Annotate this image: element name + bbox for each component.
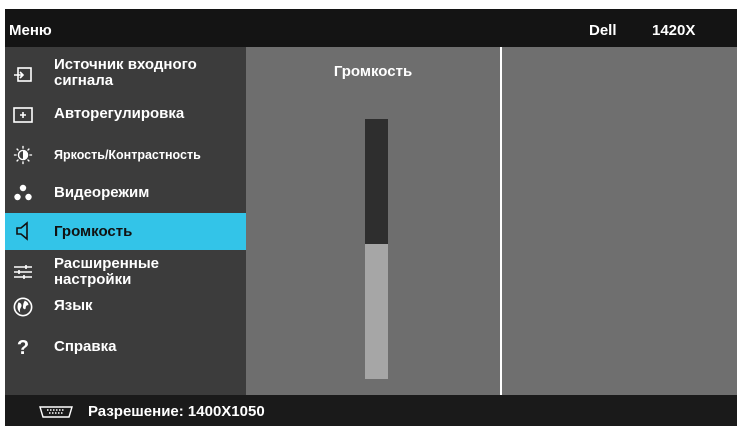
sidebar-item-label: Расширенные настройки xyxy=(54,255,159,288)
brand-label: Dell xyxy=(589,22,617,39)
sidebar-item-label: Справка xyxy=(54,338,117,355)
sidebar-item-brightness-contrast[interactable]: Яркость/Контрастность xyxy=(5,139,246,169)
sidebar-item-volume[interactable]: Громкость xyxy=(5,213,246,250)
vga-connector-icon xyxy=(38,405,74,424)
header-bar: Меню Dell 1420X xyxy=(5,9,737,47)
sidebar-item-input-source[interactable]: Источник входного сигнала xyxy=(5,55,246,95)
model-label: 1420X xyxy=(652,22,696,39)
resolution-label: Разрешение: 1400X1050 xyxy=(88,403,265,420)
sidebar-item-advanced-settings[interactable]: Расширенные настройки xyxy=(5,254,246,294)
volume-icon xyxy=(13,221,33,241)
volume-slider-track xyxy=(365,119,388,244)
input-source-icon xyxy=(13,65,33,85)
video-mode-icon xyxy=(13,183,33,203)
sidebar-item-help[interactable]: ? Справка xyxy=(5,331,246,361)
osd-menu: Меню Dell 1420X Источник входного сигнал… xyxy=(5,9,737,426)
help-icon: ? xyxy=(16,336,30,359)
auto-adjust-icon xyxy=(13,105,33,125)
sidebar-item-label: Видеорежим xyxy=(54,184,150,201)
menu-title: Меню xyxy=(9,22,52,39)
sidebar-item-video-mode[interactable]: Видеорежим xyxy=(5,177,246,209)
advanced-settings-icon xyxy=(13,262,33,282)
brightness-icon xyxy=(13,145,33,165)
sidebar-item-label: Яркость/Контрастность xyxy=(54,148,201,162)
volume-panel: Громкость xyxy=(246,47,500,395)
volume-slider[interactable] xyxy=(365,119,388,379)
sidebar-item-auto-adjust[interactable]: Авторегулировка xyxy=(5,99,246,129)
footer-bar: Разрешение: 1400X1050 xyxy=(5,395,737,426)
globe-icon xyxy=(13,297,33,317)
panel-title: Громкость xyxy=(333,63,413,80)
sidebar-item-label: Язык xyxy=(54,297,93,314)
sidebar-item-label: Авторегулировка xyxy=(54,105,185,122)
sidebar-item-language[interactable]: Язык xyxy=(5,291,246,321)
sidebar-item-label: Громкость xyxy=(54,223,133,240)
sidebar-menu: Источник входного сигнала Авторегулировк… xyxy=(5,47,246,395)
sidebar-item-label: Источник входного сигнала xyxy=(54,56,197,89)
right-panel xyxy=(502,47,737,395)
